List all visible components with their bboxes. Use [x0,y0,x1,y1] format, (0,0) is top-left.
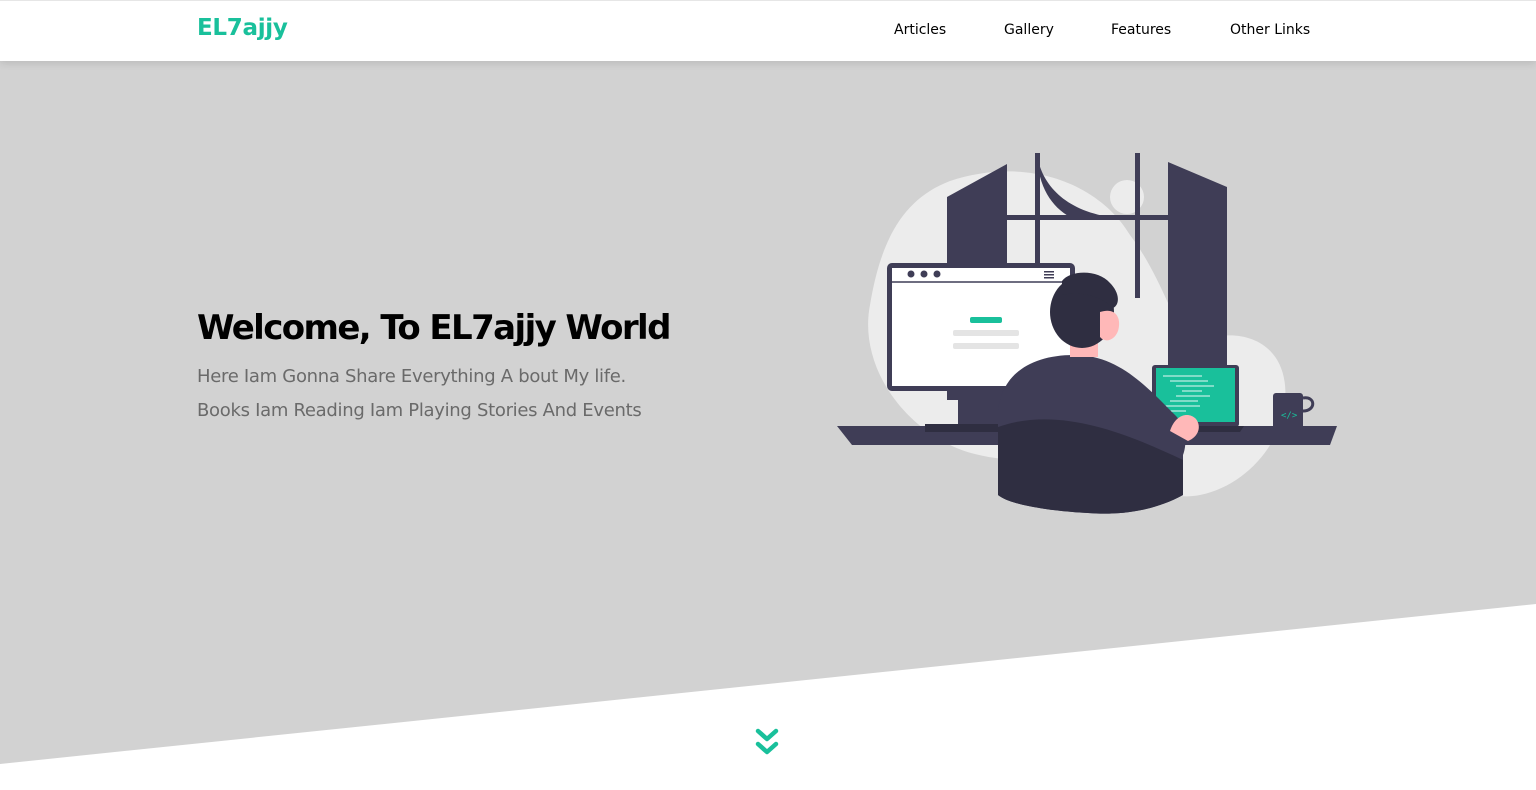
svg-text:</>: </> [1281,411,1298,421]
double-chevron-down-icon[interactable] [755,728,779,760]
nav-link-articles[interactable]: Articles [894,22,946,38]
nav-link-other-links[interactable]: Other Links [1230,22,1310,38]
nav-link-features[interactable]: Features [1111,22,1171,38]
window-mullion-right [1135,153,1140,298]
hero-subtitle: Here Iam Gonna Share Everything A bout M… [197,366,642,421]
main-nav: Articles Gallery Features Other Links [0,22,1536,42]
site-header: EL7ajjy Articles Gallery Features Other … [0,0,1536,61]
hero-title: Welcome, To EL7ajjy World [197,308,671,348]
nav-link-gallery[interactable]: Gallery [1004,22,1054,38]
person-at-computer-illustration: </> [837,153,1337,514]
right-curtain [1168,162,1227,400]
screen-accent-bar [970,317,1002,323]
